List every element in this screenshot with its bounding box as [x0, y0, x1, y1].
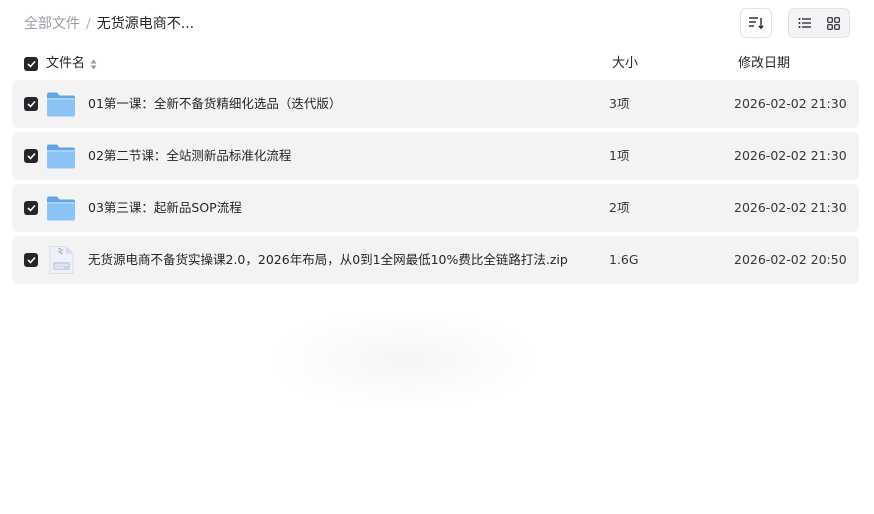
file-row[interactable]: 01第一课：全新不备货精细化选品（迭代版） 3项 2026-02-02 21:3… — [12, 80, 859, 128]
sort-toggle-icon — [90, 58, 97, 70]
file-name[interactable]: 01第一课：全新不备货精细化选品（迭代版） — [88, 96, 341, 112]
file-list: 01第一课：全新不备货精细化选品（迭代版） 3项 2026-02-02 21:3… — [12, 80, 859, 288]
modified-column-header[interactable]: 修改日期 — [738, 56, 790, 72]
file-size: 3项 — [609, 96, 630, 111]
breadcrumb-separator: / — [86, 16, 91, 32]
zip-file-icon — [49, 246, 74, 274]
select-all-checkbox[interactable] — [24, 57, 38, 71]
name-column-header[interactable]: 文件名 — [46, 56, 97, 72]
row-checkbox[interactable] — [24, 97, 38, 111]
file-modified-date: 2026-02-02 21:30 — [734, 96, 847, 111]
sort-button[interactable] — [740, 8, 772, 38]
view-mode-switch — [788, 8, 850, 38]
file-modified-date: 2026-02-02 21:30 — [734, 148, 847, 163]
breadcrumb-root-link[interactable]: 全部文件 — [24, 15, 80, 33]
top-bar: 全部文件 / 无货源电商不... — [0, 0, 874, 48]
file-name[interactable]: 无货源电商不备货实操课2.0，2026年布局，从0到1全网最低10%费比全链路打… — [88, 252, 568, 268]
checkmark-icon — [26, 100, 36, 108]
name-column-label: 文件名 — [46, 56, 86, 71]
row-checkbox[interactable] — [24, 253, 38, 267]
grid-view-icon — [826, 16, 840, 30]
row-checkbox[interactable] — [24, 149, 38, 163]
file-name[interactable]: 03第三课：起新品SOP流程 — [88, 200, 242, 216]
file-row[interactable]: 03第三课：起新品SOP流程 2项 2026-02-02 21:30 — [12, 184, 859, 232]
file-size: 1.6G — [609, 252, 639, 267]
folder-icon — [47, 144, 75, 169]
folder-icon — [47, 92, 75, 117]
file-modified-date: 2026-02-02 21:30 — [734, 200, 847, 215]
checkmark-icon — [26, 60, 36, 68]
table-header: 文件名 大小 修改日期 — [12, 52, 859, 76]
checkmark-icon — [26, 256, 36, 264]
grid-view-button[interactable] — [819, 11, 847, 35]
folder-icon — [47, 196, 75, 221]
row-checkbox[interactable] — [24, 201, 38, 215]
file-row[interactable]: 02第二节课：全站测新品标准化流程 1项 2026-02-02 21:30 — [12, 132, 859, 180]
file-name[interactable]: 02第二节课：全站测新品标准化流程 — [88, 148, 291, 164]
file-size: 1项 — [609, 148, 630, 163]
sort-lines-icon — [749, 17, 764, 30]
background-glow — [270, 310, 540, 410]
file-row[interactable]: 无货源电商不备货实操课2.0，2026年布局，从0到1全网最低10%费比全链路打… — [12, 236, 859, 284]
list-view-icon — [798, 18, 811, 28]
size-column-header[interactable]: 大小 — [612, 56, 638, 72]
list-view-button[interactable] — [791, 11, 819, 35]
breadcrumb-current-folder: 无货源电商不... — [96, 16, 195, 32]
file-modified-date: 2026-02-02 20:50 — [734, 252, 847, 267]
breadcrumb: 全部文件 / 无货源电商不... — [24, 15, 194, 33]
file-size: 2项 — [609, 200, 630, 215]
checkmark-icon — [26, 204, 36, 212]
checkmark-icon — [26, 152, 36, 160]
